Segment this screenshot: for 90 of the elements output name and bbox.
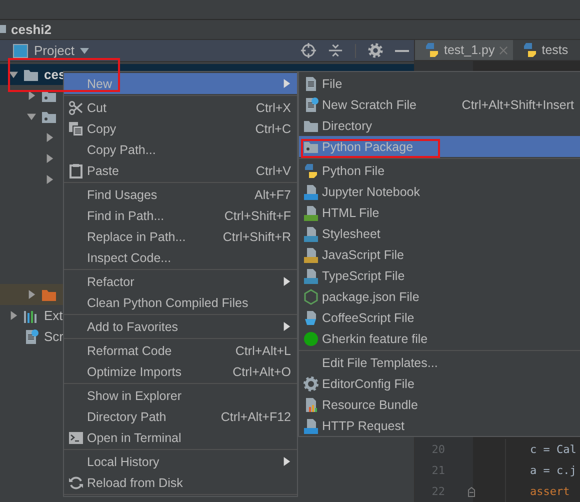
panel-window-icon xyxy=(13,44,28,58)
expand-arrow-icon[interactable] xyxy=(27,290,36,299)
menu-item[interactable]: Python File xyxy=(299,160,580,181)
expand-arrow-icon[interactable] xyxy=(45,133,54,142)
menu-item[interactable]: Local History xyxy=(64,451,297,472)
crosshair-icon xyxy=(301,43,316,58)
terminal-icon xyxy=(68,430,84,446)
javascript-file-icon xyxy=(303,246,319,262)
shortcut-label: Ctrl+Alt+L xyxy=(235,344,291,358)
coffee-file-icon xyxy=(303,310,319,326)
expand-arrow-icon[interactable] xyxy=(45,154,54,163)
menu-item[interactable]: Clean Python Compiled Files xyxy=(64,292,297,313)
shortcut-label: Alt+F7 xyxy=(254,188,291,202)
shortcut-label: Ctrl+Shift+F xyxy=(224,208,291,222)
menu-item[interactable]: CoffeeScript File xyxy=(299,307,580,328)
file-icon xyxy=(303,76,319,92)
menu-item[interactable]: File xyxy=(299,73,580,94)
menu-item[interactable]: Copy Path... xyxy=(64,139,297,160)
python-icon xyxy=(522,42,538,58)
expand-arrow-icon[interactable] xyxy=(27,91,36,100)
menu-item[interactable]: Edit File Templates... xyxy=(299,352,580,373)
scratch-file-icon xyxy=(303,96,319,112)
shortcut-label: Ctrl+Alt+F12 xyxy=(220,410,291,424)
menu-item[interactable]: Copy Ctrl+C xyxy=(64,118,297,139)
menu-item[interactable]: package.json File xyxy=(299,286,580,307)
menu-item[interactable]: Cut Ctrl+X xyxy=(64,97,297,118)
menu-item[interactable]: Refactor xyxy=(64,271,297,292)
expand-arrow-icon[interactable] xyxy=(9,311,18,320)
code-line: a = c.j xyxy=(530,464,576,477)
copy-icon xyxy=(68,120,84,136)
notebook-file-icon xyxy=(303,184,319,200)
shortcut-label: Ctrl+V xyxy=(256,164,291,178)
menu-item[interactable]: Optimize Imports Ctrl+Alt+O xyxy=(64,361,297,382)
gear-icon xyxy=(303,376,319,392)
expand-arrow-icon[interactable] xyxy=(45,175,54,184)
menu-item[interactable]: HTML File xyxy=(299,202,580,223)
menu-item[interactable]: Jupyter Notebook xyxy=(299,181,580,202)
menu-item[interactable]: HTTP Request xyxy=(299,415,580,436)
menu-item[interactable]: Paste Ctrl+V xyxy=(64,160,297,181)
hexagon-icon xyxy=(303,288,319,304)
shortcut-label: Ctrl+Alt+O xyxy=(232,364,291,378)
collapse-all-icon xyxy=(328,43,343,58)
html-file-icon xyxy=(303,204,319,220)
menu-item[interactable]: Find in Path... Ctrl+Shift+F xyxy=(64,205,297,226)
python-icon xyxy=(424,42,440,58)
scissors-icon xyxy=(68,100,84,116)
menu-item[interactable]: Directory xyxy=(299,115,580,136)
project-view-dropdown[interactable]: Project xyxy=(13,43,90,58)
menu-item[interactable]: Inspect Code... xyxy=(64,247,297,268)
menu-item[interactable]: EditorConfig File xyxy=(299,373,580,394)
bundle-file-icon xyxy=(303,396,319,412)
shortcut-label: Ctrl+Alt+Shift+Insert xyxy=(462,98,574,112)
shortcut-label: Ctrl+Shift+R xyxy=(222,230,291,244)
settings-icon xyxy=(368,43,383,58)
menu-item[interactable]: Reload from Disk xyxy=(64,472,297,493)
clipboard-icon xyxy=(68,162,84,178)
stylesheet-file-icon xyxy=(303,226,319,242)
http-request-icon xyxy=(303,418,319,434)
editor-tab[interactable]: tests xyxy=(512,40,574,60)
menu-item[interactable]: Gherkin feature file xyxy=(299,328,580,349)
tree-label[interactable]: Scr xyxy=(44,329,64,344)
menu-item[interactable]: Directory Path Ctrl+Alt+F12 xyxy=(64,406,297,427)
code-line: assert xyxy=(530,485,570,498)
tree-label[interactable]: Ext xyxy=(44,308,63,323)
menu-item[interactable]: New Scratch File Ctrl+Alt+Shift+Insert xyxy=(299,94,580,115)
menu-item[interactable]: JavaScript File xyxy=(299,244,580,265)
python-icon xyxy=(303,162,319,178)
menu-item[interactable]: Find Usages Alt+F7 xyxy=(64,184,297,205)
scratch-file-icon xyxy=(23,328,39,344)
menu-item[interactable]: Add to Favorites xyxy=(64,316,297,337)
expand-arrow-icon[interactable] xyxy=(9,70,18,79)
code-line: c = Cal xyxy=(530,443,576,456)
project-title[interactable]: ceshi2 xyxy=(11,22,52,37)
menu-item[interactable]: Resource Bundle xyxy=(299,394,580,415)
shortcut-label: Ctrl+X xyxy=(256,100,291,114)
typescript-file-icon xyxy=(303,268,319,284)
menu-item[interactable]: Reformat Code Ctrl+Alt+L xyxy=(64,340,297,361)
menu-item[interactable]: Replace in Path... Ctrl+Shift+R xyxy=(64,226,297,247)
project-icon xyxy=(0,25,6,34)
editor-tab[interactable]: test_1.py xyxy=(415,40,513,60)
menu-item[interactable]: Stylesheet xyxy=(299,223,580,244)
menu-item[interactable]: TypeScript File xyxy=(299,265,580,286)
cucumber-icon xyxy=(303,330,319,346)
shortcut-label: Ctrl+C xyxy=(255,122,291,136)
refresh-icon xyxy=(68,474,84,490)
minimize-icon xyxy=(395,50,409,52)
caret-down-icon xyxy=(80,48,90,54)
menu-item[interactable]: Open in Terminal xyxy=(64,427,297,448)
menu-item[interactable]: Show in Explorer xyxy=(64,385,297,406)
expand-arrow-icon[interactable] xyxy=(27,112,36,121)
